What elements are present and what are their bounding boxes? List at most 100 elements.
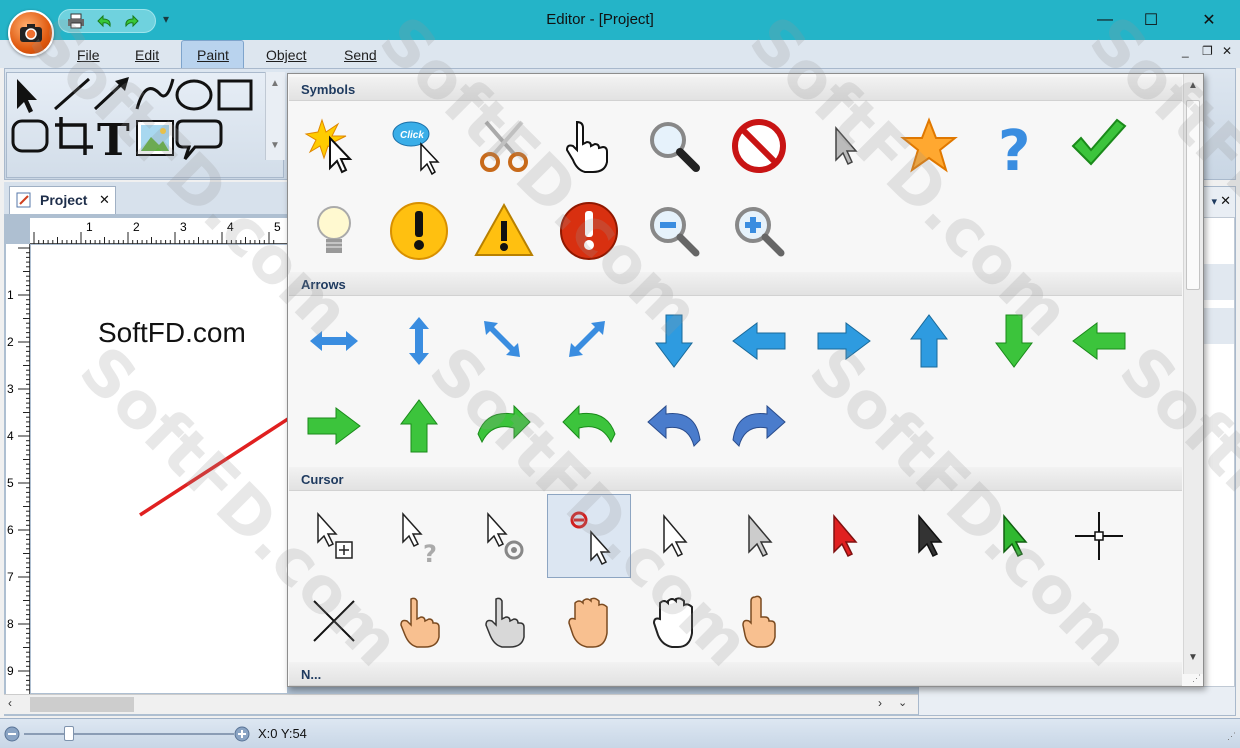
arrow-left-blue-icon[interactable] — [717, 299, 801, 383]
scroll-left-icon[interactable]: ‹ — [8, 696, 12, 710]
hand-peach-icon[interactable] — [377, 579, 461, 663]
curve-left-blue-icon[interactable] — [632, 384, 716, 468]
popup-scrollbar[interactable]: ▲ ▼ — [1183, 74, 1203, 674]
cursor-x-icon[interactable] — [292, 579, 376, 663]
curve-right-green-icon[interactable] — [462, 384, 546, 468]
menu-file[interactable]: File — [77, 47, 100, 63]
cursor-gray-icon[interactable] — [717, 494, 801, 578]
zoom-slider-thumb[interactable] — [64, 726, 74, 741]
ellipse-tool-icon[interactable] — [175, 79, 213, 111]
starburst-cursor-icon[interactable] — [292, 104, 376, 188]
arrow-tool-icon[interactable] — [93, 77, 129, 111]
arrow-down-blue-icon[interactable] — [632, 299, 716, 383]
hscroll-thumb[interactable] — [30, 697, 134, 712]
no-sign-icon[interactable] — [717, 104, 801, 188]
svg-text:T: T — [97, 115, 130, 166]
hand-gray-icon[interactable] — [462, 579, 546, 663]
tab-project[interactable]: Project ✕ — [9, 186, 116, 214]
mdi-restore-button[interactable]: ❐ — [1202, 44, 1213, 58]
arrow-diagonal-se-icon[interactable] — [462, 299, 546, 383]
menu-paint[interactable]: Paint — [197, 47, 229, 63]
hand-outline-icon[interactable] — [632, 579, 716, 663]
drawing-page[interactable]: SoftFD.com — [31, 245, 287, 693]
hand-point-up-icon[interactable] — [717, 579, 801, 663]
document-icon — [16, 192, 31, 208]
zoom-out-icon[interactable] — [632, 189, 716, 273]
cursor-white-icon[interactable] — [632, 494, 716, 578]
arrow-horizontal-icon[interactable] — [292, 299, 376, 383]
arrow-right-blue-icon[interactable] — [802, 299, 886, 383]
panel-close-button[interactable]: ✕ — [1220, 193, 1231, 209]
popup-scroll-up-icon[interactable]: ▲ — [1188, 80, 1198, 91]
zoom-out-icon[interactable] — [4, 726, 20, 742]
curve-tool-icon[interactable] — [135, 78, 175, 110]
curve-right-blue-icon[interactable] — [717, 384, 801, 468]
callout-tool-icon[interactable] — [175, 119, 223, 160]
cursor-help-icon[interactable]: ? — [377, 494, 461, 578]
line-tool-icon[interactable] — [54, 77, 90, 111]
cursor-unavailable-icon[interactable] — [547, 494, 631, 578]
arrow-down-green-icon[interactable] — [972, 299, 1056, 383]
ribbon-gallery-scrollbar[interactable]: ▲ ▼ — [265, 72, 285, 160]
arrow-diagonal-ne-icon[interactable] — [547, 299, 631, 383]
text-tool-icon[interactable]: T — [97, 115, 130, 166]
menu-edit[interactable]: Edit — [135, 47, 159, 63]
rectangle-tool-icon[interactable] — [217, 79, 253, 111]
cursor-copy-icon[interactable] — [292, 494, 376, 578]
menu-send[interactable]: Send — [344, 47, 377, 63]
scroll-menu-icon[interactable]: ⌄ — [898, 696, 907, 709]
arrow-vertical-icon[interactable] — [377, 299, 461, 383]
ruler-number: 4 — [227, 220, 234, 234]
arrow-up-green-icon[interactable] — [377, 384, 461, 468]
application-menu-button[interactable] — [8, 10, 54, 56]
rounded-rect-tool-icon[interactable] — [11, 119, 49, 153]
minimize-button[interactable]: — — [1082, 0, 1128, 40]
popup-resize-grip-icon[interactable]: ⋰ — [1192, 673, 1201, 684]
svg-text:?: ? — [998, 119, 1030, 178]
star-icon[interactable] — [887, 104, 971, 188]
zoom-in-icon[interactable] — [234, 726, 250, 742]
warning-triangle-icon[interactable] — [462, 189, 546, 273]
lightbulb-icon[interactable] — [292, 189, 376, 273]
question-mark-icon[interactable]: ? — [972, 104, 1056, 188]
image-tool-icon[interactable] — [136, 120, 174, 156]
red-line-shape[interactable] — [139, 417, 287, 517]
zoom-in-icon[interactable] — [717, 189, 801, 273]
cursor-red-icon[interactable] — [802, 494, 886, 578]
popup-scroll-thumb[interactable] — [1186, 100, 1200, 290]
horizontal-scrollbar[interactable]: ‹ › ⌄ — [4, 694, 918, 714]
exclamation-yellow-icon[interactable] — [377, 189, 461, 273]
mdi-close-button[interactable]: ✕ — [1222, 44, 1232, 58]
panel-dropdown-icon[interactable]: ▾ — [1211, 195, 1217, 208]
menu-object-label: Object — [266, 47, 307, 63]
popup-scroll-down-icon[interactable]: ▼ — [1188, 652, 1198, 663]
select-tool-icon[interactable] — [17, 79, 37, 113]
mdi-minimize-button[interactable]: _ — [1182, 44, 1189, 58]
cursor-green-icon[interactable] — [972, 494, 1056, 578]
zoom-slider-track[interactable] — [24, 733, 234, 735]
arrow-left-green-icon[interactable] — [1057, 299, 1141, 383]
arrow-up-blue-icon[interactable] — [887, 299, 971, 383]
tab-close-button[interactable]: ✕ — [99, 192, 110, 208]
cursor-busy-icon[interactable] — [462, 494, 546, 578]
arrow-right-green-icon[interactable] — [292, 384, 376, 468]
menu-object[interactable]: Object — [266, 47, 306, 63]
crop-tool-icon[interactable] — [55, 117, 93, 155]
scissors-icon[interactable] — [462, 104, 546, 188]
click-bubble-icon[interactable]: Click — [377, 104, 461, 188]
scroll-right-icon[interactable]: › — [878, 696, 882, 710]
close-button[interactable]: ✕ — [1186, 0, 1232, 40]
checkmark-icon[interactable] — [1057, 104, 1141, 188]
scroll-down-icon[interactable]: ▼ — [270, 140, 280, 151]
cursor-dark-icon[interactable] — [887, 494, 971, 578]
curve-left-green-icon[interactable] — [547, 384, 631, 468]
crosshair-icon[interactable] — [1057, 494, 1141, 578]
scroll-up-icon[interactable]: ▲ — [270, 78, 280, 89]
maximize-button[interactable]: ☐ — [1128, 0, 1174, 40]
exclamation-red-icon[interactable] — [547, 189, 631, 273]
resize-grip-icon[interactable]: ⋰ — [1227, 731, 1236, 742]
magnifier-icon[interactable] — [632, 104, 716, 188]
hand-peach-2-icon[interactable] — [547, 579, 631, 663]
hand-pointer-icon[interactable] — [547, 104, 631, 188]
arrow-cursor-icon[interactable] — [802, 104, 886, 188]
